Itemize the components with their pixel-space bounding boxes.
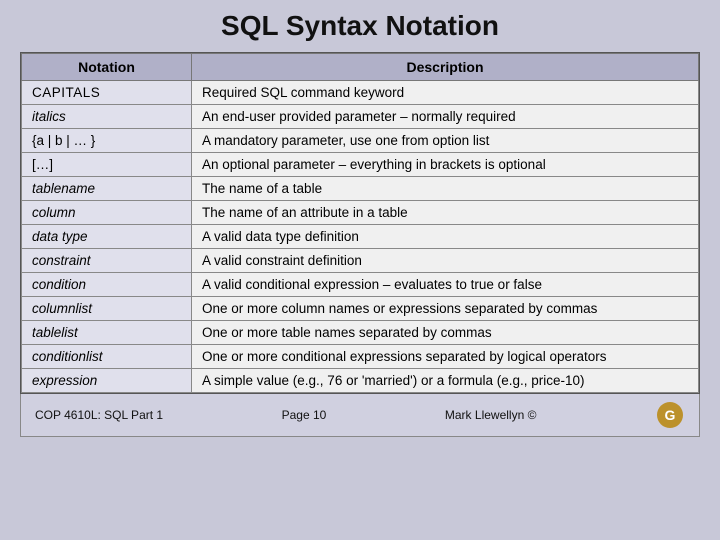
notation-cell: constraint [22,249,192,273]
description-cell: One or more conditional expressions sepa… [192,345,699,369]
table-row: conditionlistOne or more conditional exp… [22,345,699,369]
description-cell: A valid conditional expression – evaluat… [192,273,699,297]
table-row: expressionA simple value (e.g., 76 or 'm… [22,369,699,393]
footer: COP 4610L: SQL Part 1 Page 10 Mark Llewe… [20,394,700,437]
table-row: {a | b | … }A mandatory parameter, use o… [22,129,699,153]
table-row: columnlistOne or more column names or ex… [22,297,699,321]
table-row: tablenameThe name of a table [22,177,699,201]
table-row: conditionA valid conditional expression … [22,273,699,297]
page-title: SQL Syntax Notation [221,10,499,42]
col-header-description: Description [192,54,699,81]
notation-cell: conditionlist [22,345,192,369]
footer-center: Page 10 [282,408,327,422]
notation-cell: tablelist [22,321,192,345]
description-cell: Required SQL command keyword [192,81,699,105]
description-cell: An end-user provided parameter – normall… [192,105,699,129]
table-row: italicsAn end-user provided parameter – … [22,105,699,129]
description-cell: One or more table names separated by com… [192,321,699,345]
table-row: CAPITALSRequired SQL command keyword [22,81,699,105]
notation-cell: data type [22,225,192,249]
notation-cell: italics [22,105,192,129]
table-row: constraintA valid constraint definition [22,249,699,273]
footer-right: Mark Llewellyn © [445,408,537,422]
table-row: tablelistOne or more table names separat… [22,321,699,345]
col-header-notation: Notation [22,54,192,81]
notation-table: Notation Description CAPITALSRequired SQ… [21,53,699,393]
description-cell: The name of an attribute in a table [192,201,699,225]
notation-cell: expression [22,369,192,393]
main-table-container: Notation Description CAPITALSRequired SQ… [20,52,700,394]
table-row: columnThe name of an attribute in a tabl… [22,201,699,225]
notation-cell: condition [22,273,192,297]
description-cell: An optional parameter – everything in br… [192,153,699,177]
description-cell: The name of a table [192,177,699,201]
description-cell: A mandatory parameter, use one from opti… [192,129,699,153]
notation-cell: CAPITALS [22,81,192,105]
notation-cell: tablename [22,177,192,201]
description-cell: A simple value (e.g., 76 or 'married') o… [192,369,699,393]
footer-logo: G [655,400,685,430]
notation-cell: {a | b | … } [22,129,192,153]
notation-cell: columnlist [22,297,192,321]
table-row: data typeA valid data type definition [22,225,699,249]
svg-text:G: G [665,407,676,423]
notation-cell: column [22,201,192,225]
footer-left: COP 4610L: SQL Part 1 [35,408,163,422]
description-cell: A valid constraint definition [192,249,699,273]
description-cell: One or more column names or expressions … [192,297,699,321]
table-header-row: Notation Description [22,54,699,81]
notation-cell: […] [22,153,192,177]
description-cell: A valid data type definition [192,225,699,249]
table-row: […]An optional parameter – everything in… [22,153,699,177]
